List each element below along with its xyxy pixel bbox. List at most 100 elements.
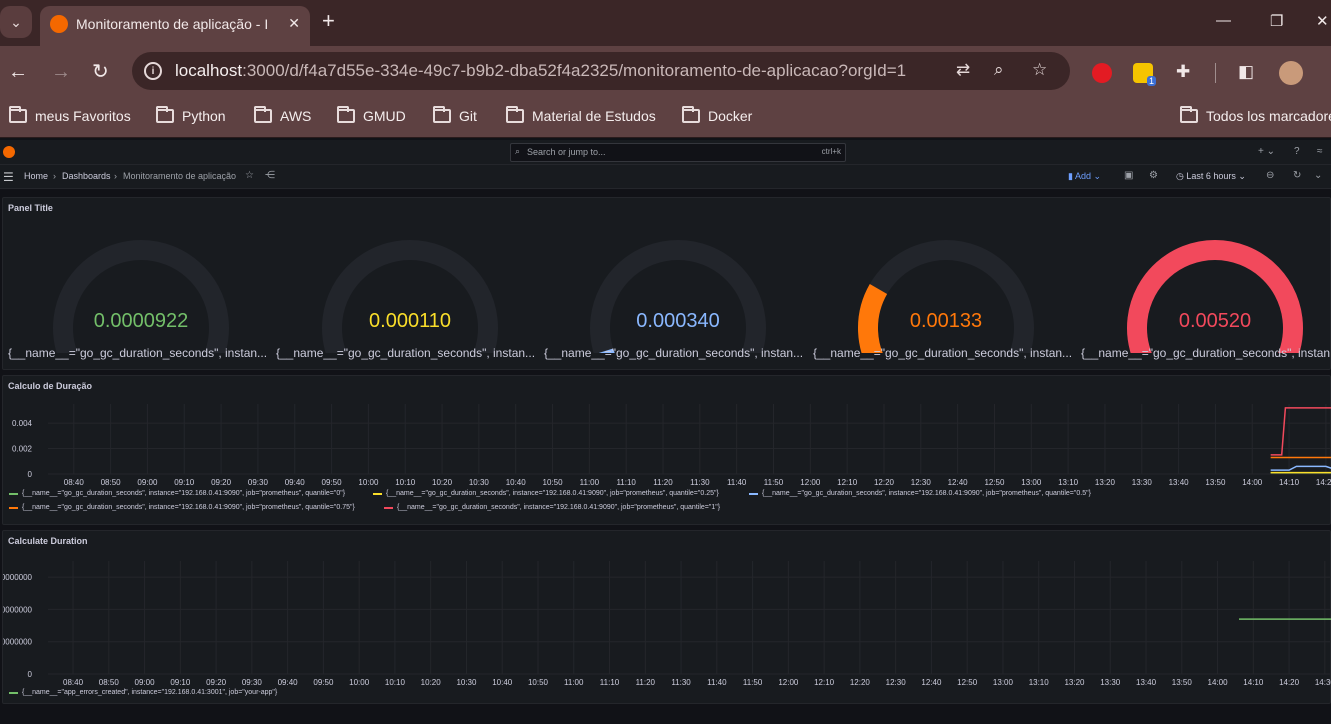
active-tab[interactable]: Monitoramento de aplicação - I ✕ [40,6,310,46]
site-info-icon[interactable]: i [144,62,162,80]
legend-item[interactable]: {__name__="go_gc_duration_seconds", inst… [749,490,1091,497]
gauge-series-label: {__name__="go_gc_duration_seconds", inst… [544,346,804,360]
browser-toolbar: ← → ↻ i localhost:3000/d/f4a7d55e-334e-4… [0,46,1331,100]
x-tick-label: 14:00 [1242,478,1263,487]
all-bookmarks-folder[interactable]: Todos los marcadores [1180,106,1331,124]
bookmark-folder[interactable]: Docker [682,106,752,124]
gauge-value: 0.0000922 [93,310,189,332]
browser-tab-strip: ⌄ Monitoramento de aplicação - I ✕ + — ❐… [0,0,1331,46]
search-input[interactable]: ⌕ Search or jump to... ctrl+k [510,143,846,162]
x-tick-label: 10:50 [528,678,549,687]
favorite-star-icon[interactable]: ☆ [245,170,254,181]
calculate-duration-panel[interactable]: Calculate Duration 08:40 08:50 09:00 09:10 0… [2,530,1331,704]
x-tick-label: 08:40 [64,478,85,487]
zoom-out-icon[interactable]: ⊖ [1266,170,1274,181]
settings-gear-icon[interactable]: ⚙ [1149,170,1158,181]
legend-text: {__name__="go_gc_duration_seconds", inst… [22,504,355,511]
x-tick-label: 14:10 [1243,678,1264,687]
x-tick-label: 08:40 [63,678,84,687]
series-line [1270,407,1331,456]
time-picker[interactable]: ◷ Last 6 hours ⌄ [1176,171,1246,182]
gauge-value: 0.000110 [369,310,451,332]
url-text[interactable]: localhost:3000/d/f4a7d55e-334e-49c7-b9b2… [175,61,906,81]
help-icon[interactable]: ? [1294,146,1300,157]
zoom-icon[interactable]: ⌕ [994,60,1004,80]
breadcrumb-home[interactable]: Home [24,171,48,181]
legend-swatch [9,506,18,509]
calculate-duration-chart[interactable]: 08:40 08:50 09:00 09:10 09:20 09:30 09:40 09:50… [3,551,1331,691]
profile-avatar[interactable] [1279,61,1303,85]
gauge: 0.000110 [320,238,500,353]
y-tick-label: 0 [28,670,33,679]
add-button[interactable]: ▮ Add ⌄ [1068,171,1101,182]
new-tab-icon[interactable]: + [322,10,335,32]
bookmark-folder[interactable]: Python [156,106,226,124]
x-tick-label: 11:40 [727,478,747,487]
folder-icon [9,106,27,123]
x-tick-label: 10:50 [543,478,564,487]
x-tick-label: 10:10 [395,478,416,487]
legend-item[interactable]: {__name__="go_gc_duration_seconds", inst… [373,490,719,497]
x-tick-label: 12:10 [837,478,858,487]
legend-item[interactable]: {__name__="go_gc_duration_seconds", inst… [9,504,355,511]
translate-icon[interactable]: ⇄ [956,60,970,80]
gauge-fill [1127,240,1303,353]
back-arrow-icon[interactable]: ← [8,60,28,84]
x-tick-label: 09:30 [242,678,263,687]
legend-text: {__name__="app_errors_created", instance… [22,689,278,696]
breadcrumb-dashboards[interactable]: Dashboards [62,171,111,181]
x-tick-label: 10:30 [469,478,490,487]
minimize-icon[interactable]: — [1216,12,1231,29]
tab-close-icon[interactable]: ✕ [288,15,300,32]
grafana-logo-icon[interactable] [3,146,15,158]
legend-item[interactable]: {__name__="go_gc_duration_seconds", inst… [384,504,720,511]
bookmark-folder[interactable]: AWS [254,106,311,124]
reload-icon[interactable]: ↻ [92,60,109,84]
folder-icon [254,106,272,123]
bookmark-star-icon[interactable]: ☆ [1032,60,1047,80]
gauge-series-label: {__name__="go_gc_duration_seconds", inst… [8,346,268,360]
x-tick-label: 10:40 [506,478,527,487]
duration-timeseries-panel[interactable]: Calculo de Duração 08:40 08:50 09:00 09:10 0… [2,375,1331,525]
menu-hamburger-icon[interactable]: ☰ [3,170,14,184]
x-tick-label: 09:00 [137,478,158,487]
x-tick-label: 12:30 [911,478,932,487]
folder-icon [1180,106,1198,123]
news-rss-icon[interactable]: ≈ [1317,146,1323,157]
x-tick-label: 12:20 [850,678,871,687]
gauge-arc [322,240,498,353]
legend-text: {__name__="go_gc_duration_seconds", inst… [397,504,721,511]
x-tick-label: 10:30 [456,678,477,687]
new-plus-icon[interactable]: + ⌄ [1258,146,1275,157]
bookmark-folder[interactable]: Git [433,106,477,124]
x-tick-label: 11:50 [743,678,763,687]
share-icon[interactable]: ⋲ [265,170,275,181]
x-tick-label: 10:00 [358,478,379,487]
forward-arrow-icon[interactable]: → [51,60,71,84]
x-tick-label: 11:30 [671,678,691,687]
bookmark-folder[interactable]: GMUD [337,106,406,124]
bookmark-folder[interactable]: Material de Estudos [506,106,656,124]
legend-text: {__name__="go_gc_duration_seconds", inst… [22,490,346,497]
tab-search-chevron-icon[interactable]: ⌄ [0,6,32,38]
x-tick-label: 14:10 [1279,478,1300,487]
extension-stop-icon[interactable] [1092,63,1112,83]
address-bar[interactable]: i localhost:3000/d/f4a7d55e-334e-49c7-b9… [132,52,1070,90]
legend-item[interactable]: {__name__="app_errors_created", instance… [9,689,277,696]
x-tick-label: 11:30 [690,478,710,487]
breadcrumb-separator: › [53,171,56,181]
breadcrumb-current: Monitoramento de aplicação [123,171,237,181]
legend-item[interactable]: {__name__="go_gc_duration_seconds", inst… [9,490,345,497]
bookmark-folder[interactable]: meus Favoritos [9,106,131,124]
maximize-icon[interactable]: ❐ [1270,12,1283,30]
window-close-icon[interactable]: ✕ [1316,12,1329,30]
side-panel-icon[interactable]: ◧ [1238,60,1254,84]
extensions-puzzle-icon[interactable]: ✚ [1176,60,1190,84]
refresh-icon[interactable]: ↻ [1293,170,1301,181]
x-tick-label: 11:00 [580,478,600,487]
x-tick-label: 08:50 [99,678,120,687]
x-tick-label: 13:10 [1058,478,1079,487]
gauge-panel[interactable]: Panel Title 0.0000922 {__name__="go_gc_du… [2,197,1331,370]
save-icon[interactable]: ▣ [1124,170,1133,181]
refresh-interval-chevron-icon[interactable]: ⌄ [1314,170,1322,181]
